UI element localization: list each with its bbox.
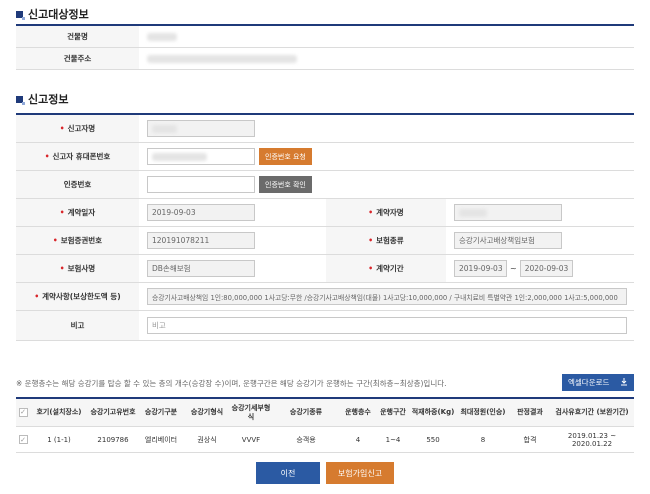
select-all-checkbox[interactable]: ✓ xyxy=(18,408,28,417)
col-serial: 승강기고유번호 xyxy=(90,408,136,417)
elevator-table: ✓ 호기(설치장소) 승강기고유번호 승강기구분 승강기형식 승강기세부형식 승… xyxy=(16,397,634,453)
contractor-field[interactable] xyxy=(454,204,562,221)
col-range: 운행구간 xyxy=(380,408,406,417)
period-start-field[interactable]: 2019-09-03 xyxy=(454,260,507,277)
table-row[interactable]: ✓ 1 (1-1) 2109786 엘리베이터 권상식 VVVF 승객용 4 1… xyxy=(16,427,634,453)
reporter-phone-field[interactable] xyxy=(147,148,255,165)
period-end-field[interactable]: 2020-09-03 xyxy=(519,260,573,277)
contract-date-field[interactable]: 2019-09-03 xyxy=(147,204,255,221)
period-separator: ~ xyxy=(510,264,517,273)
report-info-table: • 신고자명 • 신고자 휴대폰번호 인증번호 요청 인증번호 인증번호 확인 • 계… xyxy=(16,113,634,341)
row-checkbox[interactable]: ✓ xyxy=(18,435,28,444)
policy-number-field[interactable]: 120191078211 xyxy=(147,232,255,249)
table-header-row: ✓ 호기(설치장소) 승강기고유번호 승강기구분 승강기형식 승강기세부형식 승… xyxy=(16,399,634,427)
insurer-label: • 보험사명 xyxy=(16,255,139,282)
auth-code-field[interactable] xyxy=(147,176,255,193)
col-type: 승강기형식 xyxy=(190,408,224,417)
reporter-name-label: • 신고자명 xyxy=(16,115,139,142)
contract-date-label: • 계약일자 xyxy=(16,199,139,226)
remarks-field[interactable]: 비고 xyxy=(147,317,627,334)
col-load: 적재하중(Kg) xyxy=(411,408,455,417)
contract-period-label: • 계약기간 xyxy=(326,255,446,282)
submit-button[interactable]: 보험가입신고 xyxy=(326,462,394,484)
target-section-title: 신고대상정보 xyxy=(16,6,89,22)
verify-code-button[interactable]: 인증번호 확인 xyxy=(259,176,312,193)
building-name-value xyxy=(139,26,177,47)
col-kind: 승강기종류 xyxy=(289,408,323,417)
reporter-phone-label: • 신고자 휴대폰번호 xyxy=(16,143,139,170)
building-name-label: 건물명 xyxy=(16,26,139,47)
col-floors: 운행층수 xyxy=(345,408,371,417)
auth-code-label: 인증번호 xyxy=(16,171,139,198)
report-section-title: 신고정보 xyxy=(16,91,68,107)
col-validity: 검사유효기간 (보완기간) xyxy=(555,408,629,417)
building-address-value xyxy=(139,48,297,69)
prev-button[interactable]: 이전 xyxy=(256,462,320,484)
contractor-label: • 계약자명 xyxy=(326,199,446,226)
excel-download-button[interactable]: 엑셀다운로드 xyxy=(562,374,634,391)
policy-number-label: • 보험증권번호 xyxy=(16,227,139,254)
col-capacity: 최대정원(인승) xyxy=(460,408,506,417)
download-icon xyxy=(620,377,628,388)
insurance-type-field[interactable]: 승강기사고배상책임보험 xyxy=(454,232,562,249)
notice-text: ※ 운행층수는 해당 승강기를 탑승 할 수 있는 층의 개수(승강장 수)이며… xyxy=(16,379,447,388)
contract-details-field[interactable]: 승강기사고배상책임 1인:80,000,000 1사고당:무한 /승강기사고배상… xyxy=(147,288,627,305)
reporter-name-field[interactable] xyxy=(147,120,255,137)
section-marker-icon xyxy=(16,95,25,105)
col-unit: 호기(설치장소) xyxy=(36,408,82,417)
building-address-label: 건물주소 xyxy=(16,48,139,69)
target-info-table: 건물명 건물주소 xyxy=(16,24,634,70)
section-marker-icon xyxy=(16,10,25,20)
col-subtype: 승강기세부형식 xyxy=(231,404,271,421)
col-result: 판정결과 xyxy=(517,408,543,417)
contract-details-label: • 계약사항(보상한도액 등) xyxy=(16,283,139,310)
request-code-button[interactable]: 인증번호 요청 xyxy=(259,148,312,165)
col-category: 승강기구분 xyxy=(144,408,178,417)
insurance-type-label: • 보험종류 xyxy=(326,227,446,254)
insurer-field[interactable]: DB손해보험 xyxy=(147,260,255,277)
remarks-label: 비고 xyxy=(16,311,139,340)
